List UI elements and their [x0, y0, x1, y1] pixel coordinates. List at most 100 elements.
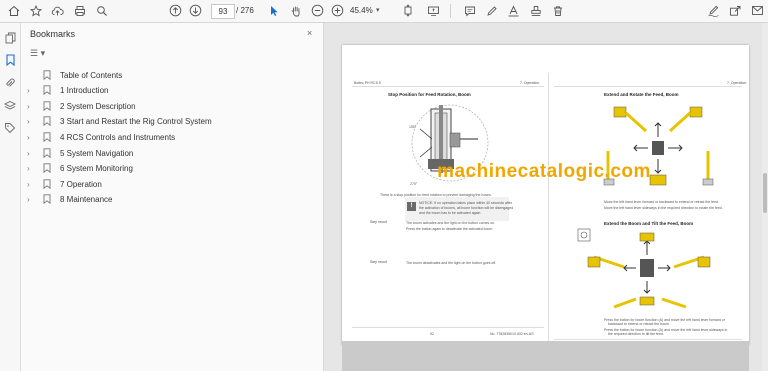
chevron-right-icon[interactable]: ›	[27, 133, 37, 142]
right-bullet-4-cont: the required direction to tilt the feed.	[608, 332, 664, 336]
chevron-right-icon[interactable]: ›	[27, 195, 37, 204]
left-step-2: Press the button again to deactivate the…	[406, 227, 493, 231]
left-doc-number: No. 7782835010.002 en-US	[490, 332, 534, 336]
bookmark-icon	[43, 101, 52, 112]
zoom-level[interactable]: 45.4%	[350, 4, 373, 18]
bookmark-item[interactable]: › 1 Introduction	[27, 84, 108, 98]
bookmark-icon	[43, 194, 52, 205]
angle-label-top: 150°	[409, 125, 417, 129]
bookmark-item[interactable]: Table of Contents	[27, 68, 122, 82]
select-cursor-icon[interactable]	[266, 3, 281, 18]
zoom-in-icon[interactable]	[330, 3, 345, 18]
bookmark-label: 5 System Navigation	[60, 148, 134, 158]
page-thumbnails-icon[interactable]	[4, 32, 16, 44]
bookmark-label: 3 Start and Restart the Rig Control Syst…	[60, 117, 212, 127]
bookmark-label: 6 System Monitoring	[60, 164, 133, 174]
chevron-right-icon[interactable]: ›	[27, 86, 37, 95]
bookmarks-panel-title: Bookmarks	[30, 29, 76, 39]
bookmark-label: 2 System Description	[60, 101, 136, 111]
bookmark-item[interactable]: › 8 Maintenance	[27, 193, 112, 207]
right-page-title-1: Extend and Rotate the Feed, Boom	[604, 92, 679, 97]
left-footer-rule	[352, 327, 544, 328]
fit-page-icon[interactable]	[400, 3, 415, 18]
left-page-header: Boltec PH RCS 5	[354, 81, 381, 85]
bookmark-icon	[43, 147, 52, 159]
left-page-number: 92	[430, 332, 434, 336]
right-page-title-2: Extend the Boom and Tilt the Feed, Boom	[604, 221, 694, 226]
bookmark-icon	[43, 116, 52, 127]
search-icon[interactable]	[94, 3, 109, 18]
bookmark-label: 8 Maintenance	[60, 195, 113, 205]
page-number-input[interactable]: 93	[211, 4, 235, 19]
sign-icon[interactable]	[706, 3, 721, 18]
bookmark-icon	[43, 163, 52, 174]
previous-page-icon[interactable]	[168, 3, 183, 18]
delete-icon[interactable]	[550, 3, 565, 18]
close-panel-icon[interactable]: ×	[307, 28, 312, 38]
bookmark-item[interactable]: › 7 Operation	[27, 177, 102, 191]
bookmark-icon	[43, 69, 52, 81]
print-icon[interactable]	[72, 3, 87, 18]
notice-text-2: the activation of booms, all boom functi…	[419, 206, 514, 210]
bookmark-options-icon[interactable]: ☰ ▾	[30, 48, 45, 59]
right-footer-rule	[554, 339, 742, 340]
home-icon[interactable]	[6, 3, 21, 18]
bookmarks-panel: Bookmarks × ☰ ▾ Table of Contents › 1 Intr…	[21, 23, 324, 371]
bookmark-item[interactable]: › 5 System Navigation	[27, 146, 133, 160]
left-page-section: 7. Operation	[520, 81, 540, 85]
bookmark-label: 4 RCS Controls and Instruments	[60, 132, 176, 142]
stamp-icon[interactable]	[528, 3, 543, 18]
right-bullet-3-cont: backward to extend or retract the boom.	[608, 322, 670, 326]
step-result-label-2: Step result	[370, 260, 387, 264]
bookmark-label: 1 Introduction	[60, 86, 109, 96]
upload-cloud-icon[interactable]	[50, 3, 65, 18]
bookmark-icon	[43, 85, 52, 96]
chevron-right-icon[interactable]: ›	[27, 102, 37, 111]
vertical-scrollbar[interactable]	[762, 23, 768, 371]
share-icon[interactable]	[728, 3, 743, 18]
chevron-right-icon[interactable]: ›	[27, 164, 37, 173]
notice-box: ! NOTICE: If no operation takes place wi…	[405, 197, 513, 221]
bookmark-label: Table of Contents	[60, 70, 123, 80]
chevron-right-icon[interactable]: ›	[27, 149, 37, 158]
page-gutter	[548, 73, 549, 355]
highlight-text-icon[interactable]	[506, 3, 521, 18]
zoom-dropdown-chevron-icon[interactable]: ▾	[376, 4, 380, 18]
watermark-text: machinecatalogic.com	[437, 161, 651, 182]
notice-icon: !	[407, 202, 416, 211]
scroll-mode-icon[interactable]	[426, 3, 441, 18]
right-page-section: 7. Operation	[727, 81, 747, 85]
boom-tilt-figure	[577, 228, 711, 309]
left-page-title: Stop Position for Feed Rotation, Boom	[388, 92, 471, 97]
step-result-label: Step result	[370, 220, 387, 224]
left-step-1: The boom activates and the light on the …	[406, 221, 496, 225]
left-step-3: The boom deactivates and the light on th…	[406, 261, 497, 265]
notice-text-3: and the boom has to be activated again.	[419, 211, 482, 215]
bookmark-item[interactable]: › 2 System Description	[27, 99, 136, 113]
scrollbar-thumb[interactable]	[763, 173, 767, 213]
zoom-out-icon[interactable]	[310, 3, 325, 18]
right-bullet-1: Move the left hand lever forward or back…	[604, 200, 719, 204]
hand-tool-icon[interactable]	[288, 3, 303, 18]
layers-icon[interactable]	[3, 100, 17, 112]
right-bullet-2: Move the left hand lever sideways in the…	[604, 206, 723, 210]
chevron-right-icon[interactable]: ›	[27, 117, 37, 126]
comment-icon[interactable]	[462, 3, 477, 18]
chevron-right-icon[interactable]: ›	[27, 180, 37, 189]
right-header-rule	[554, 86, 742, 87]
bookmark-item[interactable]: › 4 RCS Controls and Instruments	[27, 130, 175, 144]
page-total: / 276	[236, 6, 254, 15]
bookmark-item[interactable]: › 3 Start and Restart the Rig Control Sys…	[27, 115, 212, 129]
attachment-icon[interactable]	[4, 77, 16, 89]
next-page-icon[interactable]	[188, 3, 203, 18]
bookmarks-panel-icon[interactable]	[4, 54, 16, 67]
document-viewer[interactable]: Boltec PH RCS 5 7. Operation 7. Operatio…	[324, 23, 768, 371]
bookmark-icon	[43, 179, 52, 190]
mail-icon[interactable]	[750, 3, 765, 18]
notice-text-1: NOTICE: If no operation takes place with…	[419, 201, 512, 205]
bookmark-star-icon[interactable]	[28, 3, 43, 18]
tags-icon[interactable]	[4, 122, 16, 134]
bookmark-item[interactable]: › 6 System Monitoring	[27, 162, 133, 176]
pen-icon[interactable]	[484, 3, 499, 18]
main-toolbar: 93 / 276 45.4% ▾	[0, 0, 768, 23]
